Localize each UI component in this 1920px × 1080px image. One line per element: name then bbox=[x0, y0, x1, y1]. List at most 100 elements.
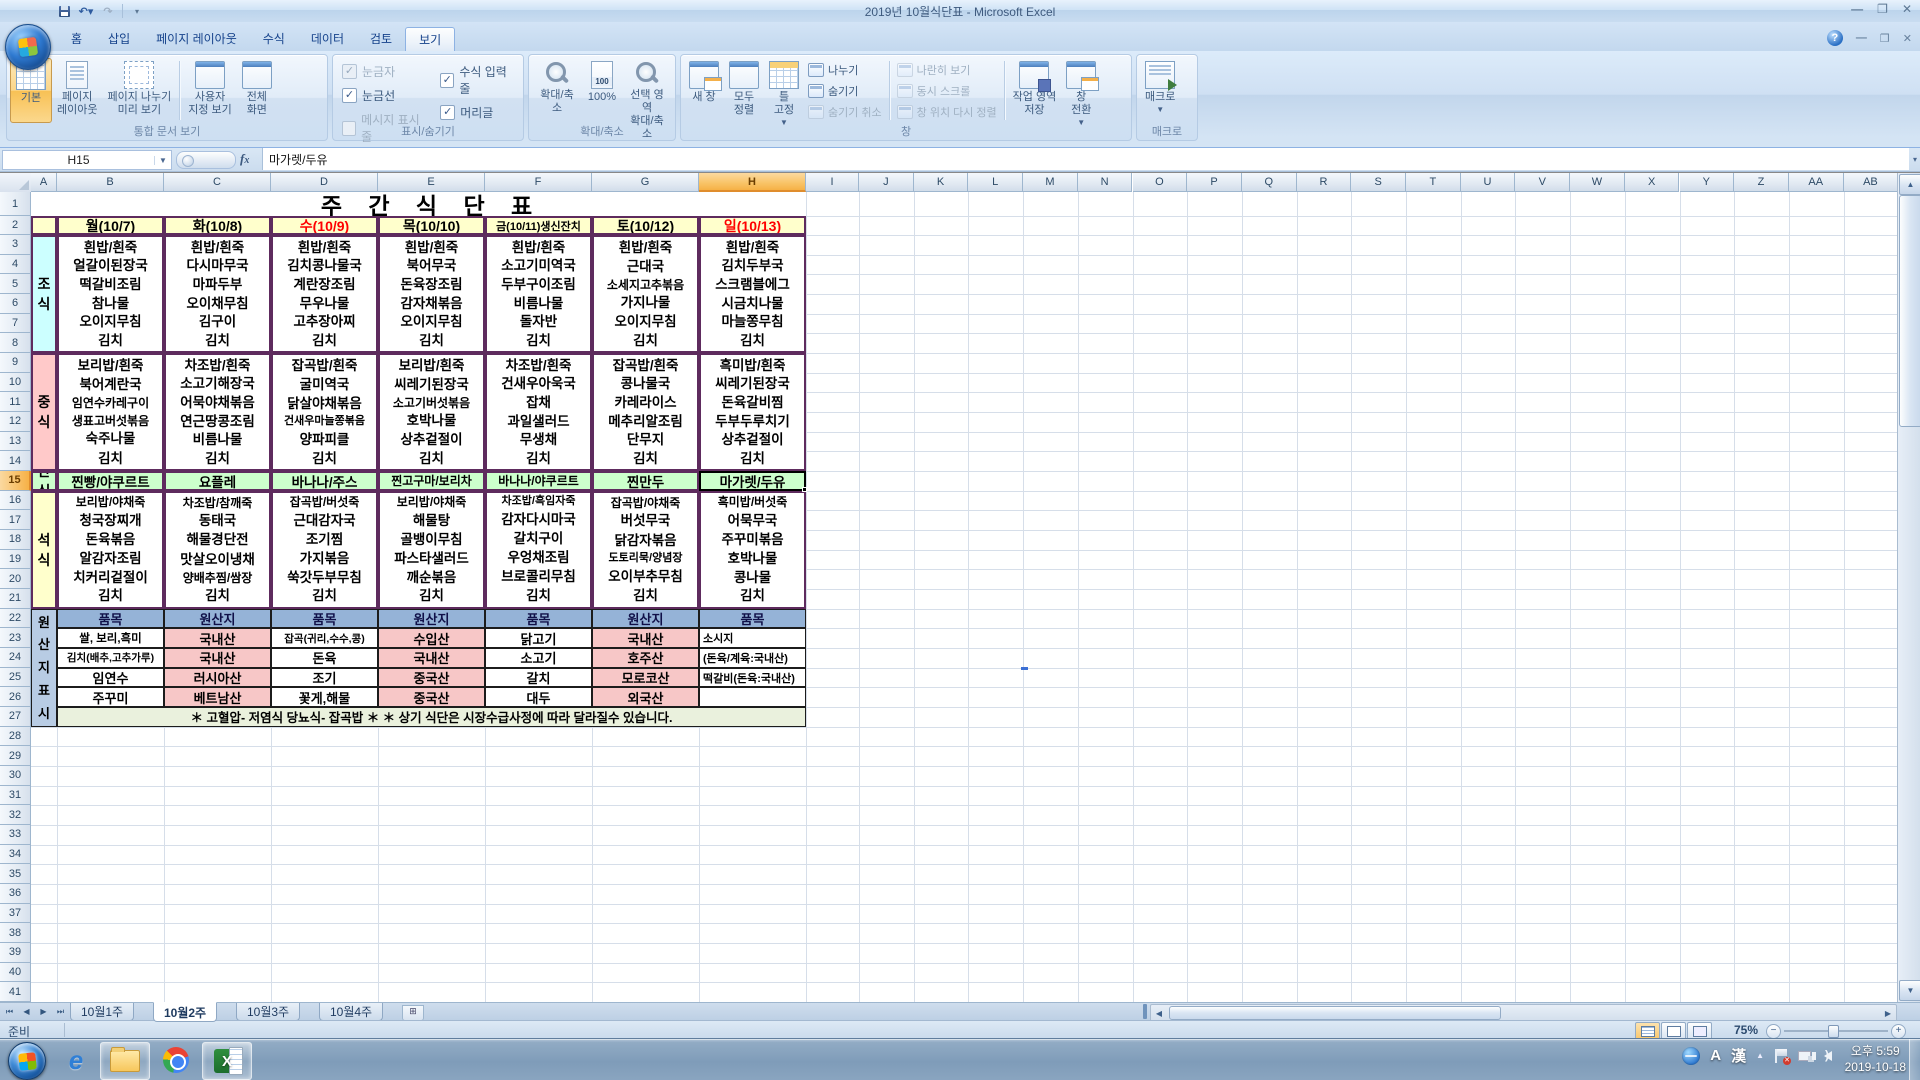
section-label-간식[interactable]: 간식 bbox=[31, 471, 57, 491]
menu-cell-조식[interactable]: 흰밥/흰죽 김치두부국 스크램블에그 시금치나물 마늘쫑무침 김치 bbox=[699, 235, 806, 354]
hide-button[interactable]: 숨기기 bbox=[808, 83, 882, 99]
scroll-left-button[interactable]: ◀ bbox=[1151, 1007, 1167, 1020]
origin-value-cell[interactable]: 모로코산 bbox=[592, 667, 699, 688]
workbook-restore-button[interactable]: ❐ bbox=[1880, 32, 1890, 45]
row-header-19[interactable]: 19 bbox=[0, 549, 31, 570]
row-header-6[interactable]: 6 bbox=[0, 294, 31, 314]
select-all-corner[interactable] bbox=[0, 173, 32, 193]
sheet-nav-next-button[interactable]: ▶ bbox=[36, 1004, 51, 1019]
origin-value-cell[interactable]: 중국산 bbox=[378, 667, 485, 688]
snack-cell[interactable]: 요플레 bbox=[164, 471, 271, 491]
origin-item-cell[interactable]: 주꾸미 bbox=[57, 687, 164, 708]
row-header-29[interactable]: 29 bbox=[0, 746, 31, 767]
origin-header-cell[interactable]: 원산지 bbox=[164, 608, 271, 629]
column-header-G[interactable]: G bbox=[592, 173, 699, 192]
scroll-right-button[interactable]: ▶ bbox=[1880, 1007, 1896, 1020]
row-header-11[interactable]: 11 bbox=[0, 392, 31, 413]
name-box-dropdown-icon[interactable]: ▼ bbox=[154, 155, 171, 165]
column-header-R[interactable]: R bbox=[1296, 173, 1352, 192]
origin-item-cell[interactable] bbox=[699, 687, 806, 708]
arrange-all-button[interactable]: 모두 정렬 bbox=[724, 58, 764, 123]
snack-cell[interactable]: 찐고구마/보리차 bbox=[378, 471, 485, 491]
row-header-32[interactable]: 32 bbox=[0, 805, 31, 826]
date-cell[interactable]: 일(10/13) bbox=[699, 216, 806, 235]
row-header-34[interactable]: 34 bbox=[0, 844, 31, 865]
sheet-tab-10월2주[interactable]: 10월2주 bbox=[153, 1002, 218, 1022]
row-header-7[interactable]: 7 bbox=[0, 313, 31, 334]
row-header-39[interactable]: 39 bbox=[0, 943, 31, 963]
scroll-down-button[interactable]: ▼ bbox=[1899, 980, 1920, 1001]
menu-cell-조식[interactable]: 흰밥/흰죽 소고기미역국 두부구이조림 비름나물 돌자반 김치 bbox=[485, 235, 592, 354]
snack-cell[interactable]: 찐빵/야쿠르트 bbox=[57, 471, 164, 491]
row-header-9[interactable]: 9 bbox=[0, 353, 31, 373]
menu-cell-중식[interactable]: 보리밥/흰죽 씨레기된장국 소고기버섯볶음 호박나물 상추겉절이 김치 bbox=[378, 353, 485, 472]
row-header-31[interactable]: 31 bbox=[0, 785, 31, 806]
checkbox-icon[interactable]: ✓ bbox=[440, 72, 455, 88]
menu-cell-석식[interactable]: 잡곡밥/버섯죽 근대감자국 조기찜 가지볶음 쑥갓두부무침 김치 bbox=[271, 490, 378, 609]
row-header-33[interactable]: 33 bbox=[0, 825, 31, 845]
menu-cell-중식[interactable]: 잡곡밥/흰죽 굴미역국 닭살야채볶음 건새우마늘쫑볶음 양파피클 김치 bbox=[271, 353, 378, 472]
row-header-40[interactable]: 40 bbox=[0, 962, 31, 983]
origin-header-cell[interactable]: 원산지 bbox=[592, 608, 699, 629]
row-header-28[interactable]: 28 bbox=[0, 726, 31, 747]
workbook-close-button[interactable]: ✕ bbox=[1903, 32, 1912, 45]
row-header-35[interactable]: 35 bbox=[0, 864, 31, 885]
column-header-M[interactable]: M bbox=[1023, 173, 1078, 192]
origin-header-cell[interactable]: 원산지 bbox=[378, 608, 485, 629]
row-header-13[interactable]: 13 bbox=[0, 431, 31, 452]
row-header-36[interactable]: 36 bbox=[0, 884, 31, 904]
formula-bar-handle[interactable] bbox=[176, 151, 236, 169]
tab-scrollbar-splitter[interactable] bbox=[1143, 1004, 1147, 1019]
sheet-nav-first-button[interactable]: ⏮ bbox=[2, 1004, 17, 1019]
zoom-button[interactable]: 확대/축소 bbox=[532, 58, 582, 123]
tab-페이지 레이아웃[interactable]: 페이지 레이아웃 bbox=[143, 27, 250, 51]
origin-item-cell[interactable]: 김치(배추,고추가루) bbox=[57, 648, 164, 668]
origin-item-cell[interactable]: 대두 bbox=[485, 687, 592, 708]
ime-language-icon[interactable] bbox=[1682, 1046, 1701, 1065]
zoom-slider[interactable]: − + bbox=[1766, 1024, 1906, 1039]
switch-windows-button[interactable]: 창 전환 ▼ bbox=[1061, 58, 1101, 127]
menu-cell-석식[interactable]: 잡곡밥/야채죽 버섯무국 닭감자볶음 도토리묵/양념장 오이부추무침 김치 bbox=[592, 490, 699, 609]
section-label-석식[interactable]: 석식 bbox=[31, 490, 57, 609]
row-header-24[interactable]: 24 bbox=[0, 648, 31, 668]
menu-cell-중식[interactable]: 잡곡밥/흰죽 콩나물국 카레라이스 메추리알조림 단무지 김치 bbox=[592, 353, 699, 472]
origin-item-cell[interactable]: 닭고기 bbox=[485, 628, 592, 649]
full-screen-button[interactable]: 전체 화면 bbox=[237, 58, 277, 123]
sheet-tab-10월4주[interactable]: 10월4주 bbox=[319, 1003, 384, 1021]
taskbar-clock[interactable]: 오후 5:59 2019-10-18 bbox=[1845, 1043, 1906, 1075]
name-box[interactable]: H15 ▼ bbox=[2, 150, 172, 170]
menu-cell-석식[interactable]: 보리밥/야채죽 청국장찌개 돈육볶음 알감자조림 치커리겉절이 김치 bbox=[57, 490, 164, 609]
row-header-2[interactable]: 2 bbox=[0, 216, 31, 235]
zoom-selection-button[interactable]: 선택 영역 확대/축소 bbox=[622, 58, 672, 140]
menu-cell-조식[interactable]: 흰밥/흰죽 김치콩나물국 계란장조림 무우나물 고추장아찌 김치 bbox=[271, 235, 378, 354]
workbook-minimize-button[interactable]: — bbox=[1856, 32, 1867, 44]
save-workspace-button[interactable]: 작업 영역 저장 bbox=[1008, 58, 1062, 123]
origin-item-cell[interactable]: 소고기 bbox=[485, 648, 592, 668]
column-header-V[interactable]: V bbox=[1515, 173, 1571, 192]
column-header-B[interactable]: B bbox=[57, 173, 164, 192]
vertical-scroll-thumb[interactable] bbox=[1899, 195, 1920, 427]
column-header-P[interactable]: P bbox=[1187, 173, 1242, 192]
snack-cell[interactable]: 바나나/야쿠르트 bbox=[485, 471, 592, 491]
column-header-S[interactable]: S bbox=[1351, 173, 1406, 192]
tab-홈[interactable]: 홈 bbox=[58, 27, 95, 51]
formula-input[interactable]: 마가렛/두유 bbox=[262, 148, 1909, 170]
origin-item-cell[interactable]: 갈치 bbox=[485, 667, 592, 688]
snack-cell[interactable]: 바나나/주스 bbox=[271, 471, 378, 491]
checkbox-수식 입력줄[interactable]: ✓ 수식 입력줄 bbox=[440, 63, 514, 97]
row-header-8[interactable]: 8 bbox=[0, 333, 31, 353]
origin-item-cell[interactable]: (돈육/계육:국내산) bbox=[699, 648, 806, 668]
macro-button[interactable]: 매크로 ▼ bbox=[1140, 58, 1180, 123]
zoom-slider-thumb[interactable] bbox=[1827, 1025, 1839, 1038]
tray-expand-icon[interactable]: ▲ bbox=[1756, 1051, 1764, 1060]
row-header-14[interactable]: 14 bbox=[0, 451, 31, 472]
insert-function-icon[interactable]: fx bbox=[240, 151, 249, 167]
date-cell[interactable]: 월(10/7) bbox=[57, 216, 164, 235]
date-cell[interactable]: 토(10/12) bbox=[592, 216, 699, 235]
row-header-1[interactable]: 1 bbox=[0, 192, 31, 216]
section-label-조식[interactable]: 조식 bbox=[31, 235, 57, 354]
row-header-23[interactable]: 23 bbox=[0, 628, 31, 649]
row-header-10[interactable]: 10 bbox=[0, 372, 31, 393]
custom-views-button[interactable]: 사용자 지정 보기 bbox=[183, 58, 237, 123]
spreadsheet-grid[interactable]: A B C D E F G H I J K L M N O P Q R S T U V W X Y Z AA AB 1 2 3 4 5 6 7 8 9 1… bbox=[0, 173, 1897, 1002]
